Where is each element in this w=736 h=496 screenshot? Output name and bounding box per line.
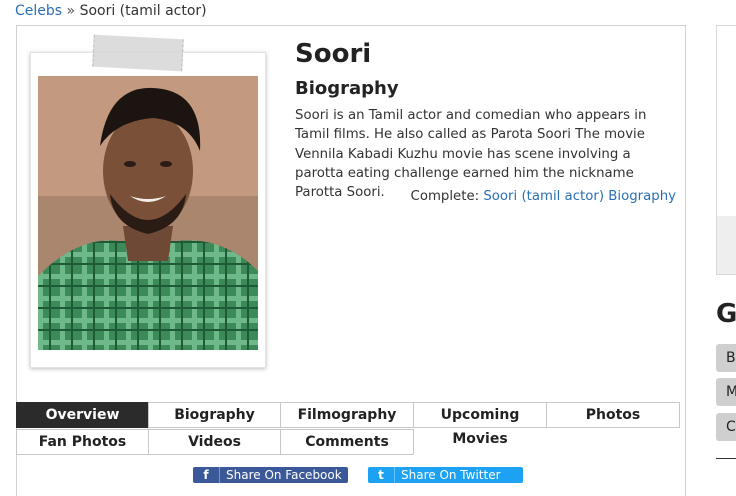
biography-heading: Biography: [295, 78, 399, 99]
tab-photos[interactable]: Photos: [546, 402, 680, 428]
sidebar-chip[interactable]: Ce: [716, 413, 736, 441]
portrait-illustration: [38, 76, 258, 350]
share-facebook-label: Share On Facebook: [226, 468, 342, 482]
breadcrumb-separator: »: [66, 3, 76, 19]
breadcrumb-current: Soori (tamil actor): [79, 3, 207, 19]
share-twitter-label: Share On Twitter: [401, 468, 501, 482]
sidebar-heading: G: [716, 299, 736, 329]
page-title: Soori: [295, 39, 372, 69]
tab-overview[interactable]: Overview: [16, 402, 149, 428]
breadcrumb-link-celebs[interactable]: Celebs: [15, 3, 62, 19]
sidebar-card: [716, 25, 736, 275]
facebook-icon: f: [193, 467, 220, 483]
profile-photo[interactable]: [38, 76, 258, 350]
complete-label: Complete:: [410, 189, 480, 204]
breadcrumb: Celebs » Soori (tamil actor): [15, 2, 207, 20]
tab-fan-photos[interactable]: Fan Photos: [16, 429, 149, 455]
complete-biography: Complete: Soori (tamil actor) Biography: [411, 188, 676, 206]
twitter-icon: t: [368, 467, 395, 483]
sidebar-chip[interactable]: B: [716, 344, 736, 372]
share-facebook-button[interactable]: f Share On Facebook: [193, 467, 348, 483]
tab-comments[interactable]: Comments: [280, 429, 414, 455]
tab-filmography[interactable]: Filmography: [280, 402, 414, 428]
sidebar-chip[interactable]: M: [716, 378, 736, 406]
sidebar-card-footer: [717, 216, 736, 274]
tape-decoration: [92, 34, 184, 72]
complete-biography-link[interactable]: Soori (tamil actor) Biography: [483, 189, 676, 204]
tab-videos[interactable]: Videos: [148, 429, 281, 455]
share-twitter-button[interactable]: t Share On Twitter: [368, 467, 523, 483]
tab-biography[interactable]: Biography: [148, 402, 281, 428]
tab-upcoming-movies[interactable]: Upcoming Movies: [413, 402, 547, 447]
sidebar-divider: [716, 458, 736, 459]
